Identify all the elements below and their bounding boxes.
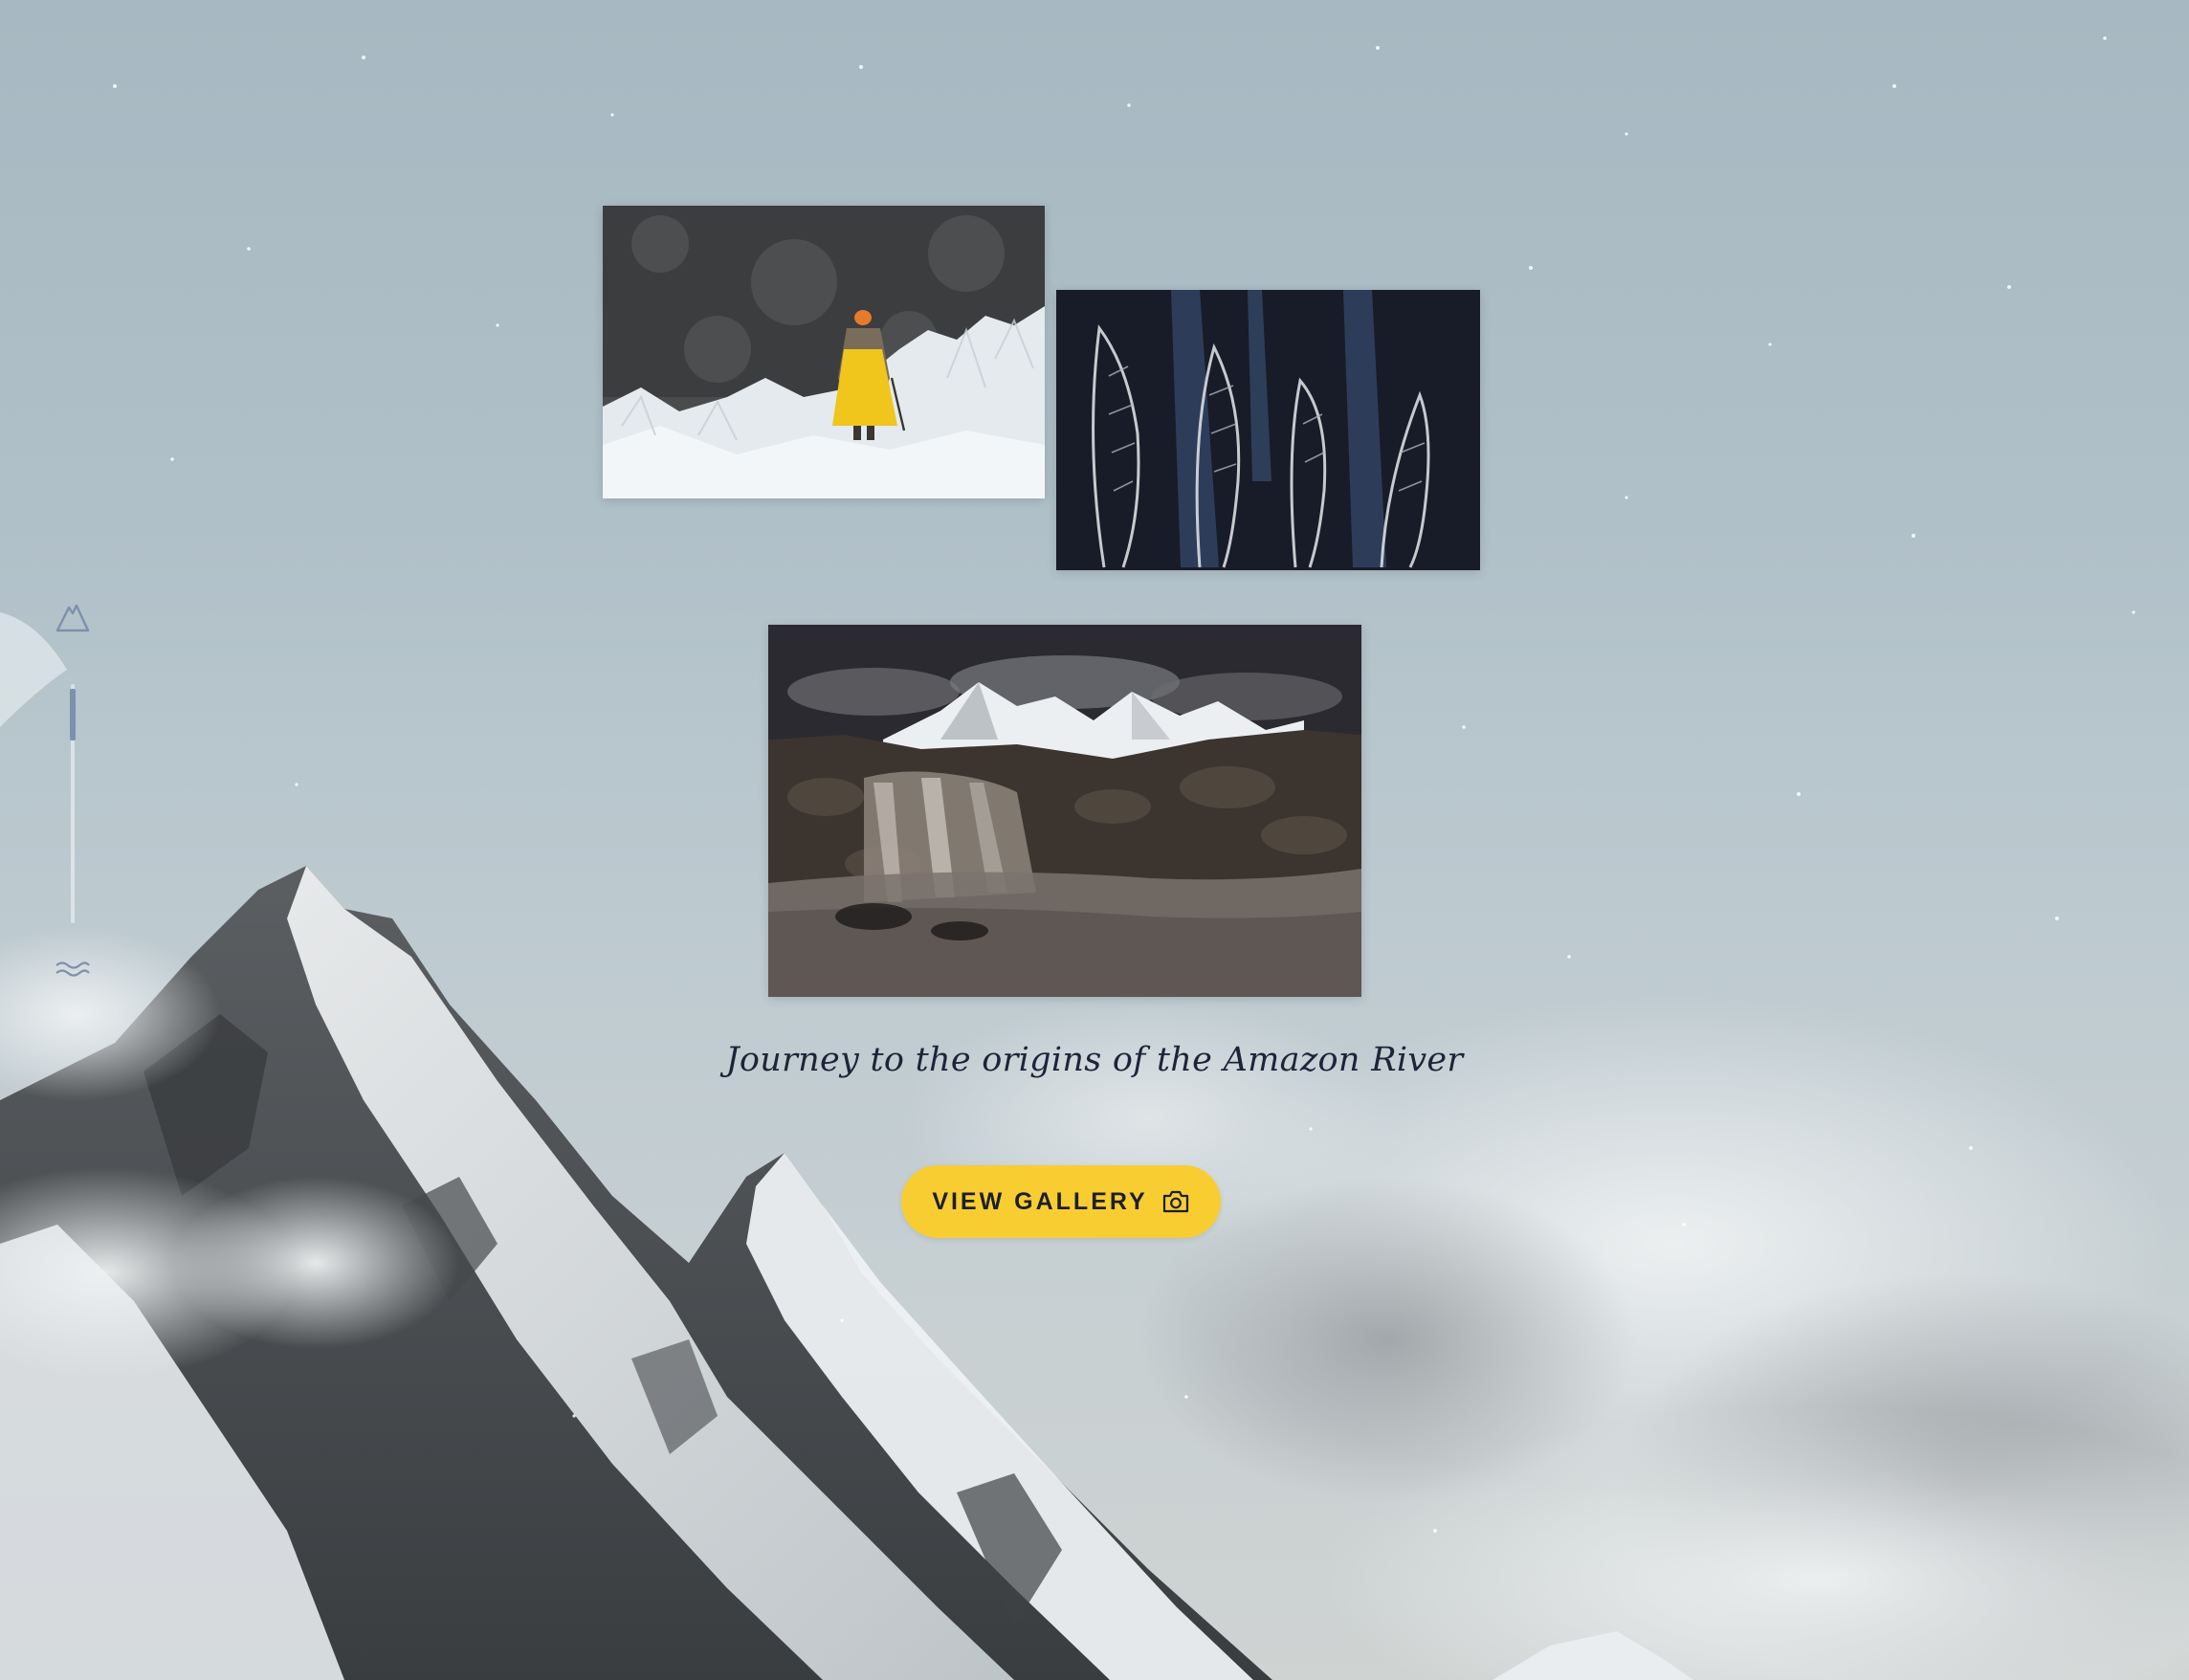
photo-night-waterfall[interactable]	[768, 625, 1361, 997]
photo-ice-feathers[interactable]	[1056, 290, 1480, 570]
water-waves-icon	[54, 958, 92, 985]
scrubber-thumb[interactable]	[70, 688, 76, 741]
photo-hiker-on-glacier[interactable]	[603, 206, 1045, 498]
view-gallery-button[interactable]: VIEW GALLERY	[901, 1165, 1221, 1238]
mountain-icon	[54, 598, 92, 641]
story-caption: Journey to the origins of the Amazon Riv…	[725, 1041, 1464, 1079]
ice-photo-image	[1056, 290, 1480, 570]
camera-icon	[1161, 1189, 1190, 1214]
waterfall-photo-image	[768, 625, 1361, 997]
view-gallery-label: VIEW GALLERY	[932, 1187, 1148, 1215]
hiker-photo-image	[603, 206, 1045, 498]
